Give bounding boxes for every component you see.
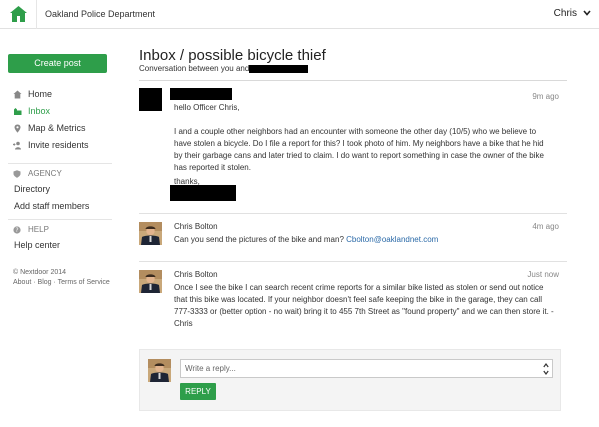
footer-links: About · Blog · Terms of Service [13, 279, 110, 286]
shield-icon [13, 170, 21, 178]
message-greeting: hello Officer Chris, [174, 103, 240, 112]
home-icon [13, 90, 22, 99]
section-label-agency: AGENCY [8, 163, 112, 181]
org-name: Oakland Police Department [45, 9, 156, 19]
message-author[interactable]: Chris Bolton [174, 222, 218, 231]
message-time: Just now [527, 270, 559, 279]
resize-arrows-icon[interactable] [543, 362, 549, 376]
sidebar-footer: © Nextdoor 2014 About · Blog · Terms of … [8, 268, 112, 288]
svg-text:?: ? [15, 227, 18, 234]
redacted-name [249, 64, 309, 73]
user-menu[interactable]: Chris [553, 8, 591, 19]
house-icon[interactable] [10, 6, 27, 22]
sidebar-item-home[interactable]: Home [8, 86, 112, 103]
sidebar-item-invite-residents[interactable]: Invite residents [8, 137, 112, 154]
top-bar: Oakland Police Department Chris [0, 0, 599, 29]
reply-box: Write a reply... REPLY [139, 349, 561, 411]
create-post-button[interactable]: Create post [8, 54, 107, 73]
inbox-icon [14, 108, 22, 115]
message-body: Can you send the pictures of the bike an… [174, 235, 439, 244]
user-name: Chris [553, 8, 577, 19]
thread-divider [139, 80, 567, 81]
reply-input[interactable]: Write a reply... [180, 359, 553, 378]
reply-button[interactable]: REPLY [180, 383, 216, 400]
sidebar-item-add-staff[interactable]: Add staff members [8, 198, 112, 215]
invite-icon [13, 141, 21, 150]
sidebar-item-map-metrics[interactable]: Map & Metrics [8, 120, 112, 137]
avatar [148, 359, 171, 382]
avatar [139, 270, 162, 293]
footer-link-terms[interactable]: Terms of Service [58, 279, 110, 286]
message-body: Once I see the bike I can search recent … [174, 283, 554, 328]
sidebar-item-label: Home [28, 89, 53, 99]
sidebar-nav: Home Inbox Map & Metrics Invite resident… [8, 86, 112, 154]
help-icon: ? [13, 226, 21, 234]
message-time: 4m ago [532, 222, 559, 231]
header-divider [36, 0, 37, 29]
chevron-down-icon [583, 10, 591, 16]
message-author[interactable]: Chris Bolton [174, 270, 218, 279]
message-divider [139, 213, 567, 214]
redacted-author [170, 88, 232, 100]
sidebar-item-label: Invite residents [28, 140, 89, 150]
message-body: I and a couple other neighbors had an en… [174, 127, 544, 172]
message-divider [139, 261, 567, 262]
email-link[interactable]: Cbolton@oaklandnet.com [346, 235, 438, 244]
sidebar-item-label: Inbox [28, 106, 51, 116]
sidebar-item-directory[interactable]: Directory [8, 181, 112, 198]
message-item: 9m ago hello Officer Chris, I and a coup… [139, 88, 567, 206]
copyright: © Nextdoor 2014 [13, 269, 67, 276]
footer-link-blog[interactable]: Blog [38, 279, 52, 286]
sidebar-item-inbox[interactable]: Inbox [8, 103, 112, 120]
redacted-signature [170, 185, 236, 201]
section-label-help: ? HELP [8, 219, 112, 237]
reply-placeholder: Write a reply... [185, 364, 236, 373]
avatar [139, 222, 162, 245]
message-item: Chris Bolton 4m ago Can you send the pic… [139, 222, 567, 254]
page-title: Inbox / possible bicycle thief [139, 47, 326, 64]
message-item: Chris Bolton Just now Once I see the bik… [139, 270, 567, 340]
footer-link-about[interactable]: About [13, 279, 31, 286]
sidebar-item-label: Map & Metrics [28, 123, 86, 133]
sidebar-item-help-center[interactable]: Help center [8, 237, 112, 254]
conversation-subtitle: Conversation between you and [139, 64, 309, 73]
redacted-avatar [139, 88, 162, 111]
map-pin-icon [14, 124, 21, 133]
sidebar: Create post Home Inbox Map & Metrics Inv… [8, 54, 112, 288]
message-time: 9m ago [532, 92, 559, 101]
